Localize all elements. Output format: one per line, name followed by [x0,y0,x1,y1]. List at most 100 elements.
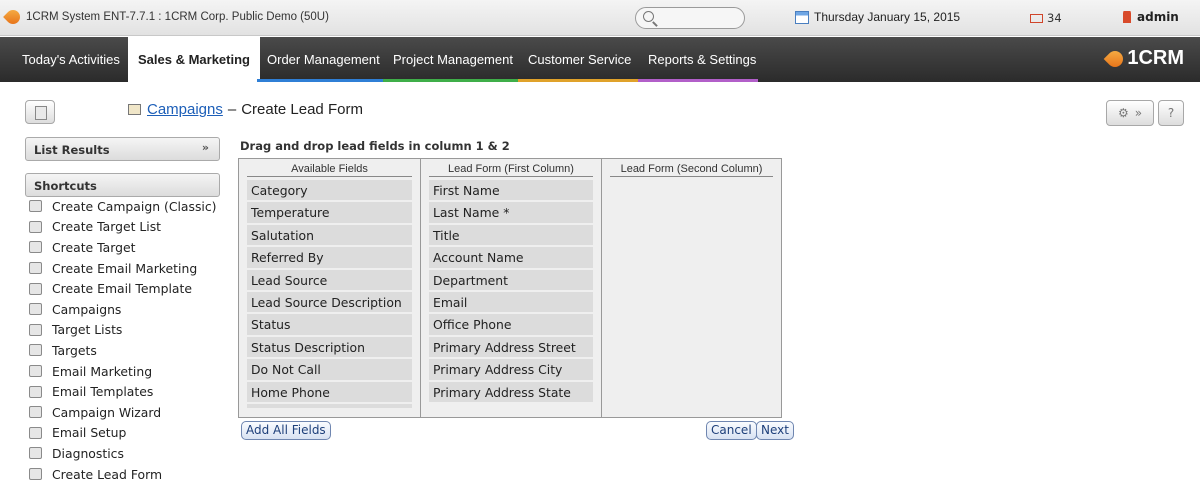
gear-icon: ⚙ [1117,106,1129,120]
draggable-field[interactable]: Temperature [247,202,412,223]
column-header: Lead Form (First Column) [429,159,593,177]
shortcut-target-lists[interactable]: Target Lists [25,320,220,341]
shortcut-email-templates[interactable]: Email Templates [25,381,220,402]
tab-color-stripe [383,79,518,82]
shortcut-create-target-list[interactable]: Create Target List [25,217,220,238]
shortcut-campaign-wizard[interactable]: Campaign Wizard [25,402,220,423]
brand-logo[interactable]: 1CRM [1104,47,1184,70]
draggable-field[interactable]: Lead Source [247,269,412,290]
mail-indicator[interactable]: 34 [1030,11,1062,25]
draggable-field-partial[interactable] [247,403,412,408]
lead-form-first-column[interactable]: Lead Form (First Column) First Name Last… [421,159,602,417]
email-template-icon [29,282,42,295]
lead-form-second-column[interactable]: Lead Form (Second Column) [602,159,781,417]
target-icon [29,344,42,357]
draggable-field[interactable]: Office Phone [429,314,593,335]
chevron-down-icon: » [1134,106,1143,120]
draggable-field[interactable]: Lead Source Description [247,291,412,313]
draggable-field[interactable]: Do Not Call [247,359,412,380]
draggable-field[interactable]: Email [429,291,593,313]
draggable-field[interactable]: Salutation [247,224,412,246]
campaigns-icon [128,104,141,115]
help-button[interactable]: ? [1158,100,1184,126]
header-actions: ⚙» ? [1106,100,1184,126]
email-marketing-icon [29,262,42,275]
diagnostics-icon [29,447,42,460]
column-header: Available Fields [247,159,412,177]
tab-color-stripe [518,79,638,82]
shortcut-create-target[interactable]: Create Target [25,237,220,258]
drag-drop-instruction: Drag and drop lead fields in column 1 & … [240,139,510,153]
draggable-field[interactable]: Primary Address State [429,381,593,402]
available-fields-column[interactable]: Available Fields Category Temperature Sa… [239,159,421,417]
shortcut-diagnostics[interactable]: Diagnostics [25,443,220,464]
draggable-field[interactable]: Referred By [247,247,412,268]
draggable-field[interactable]: Account Name [429,247,593,268]
campaign-icon [29,303,42,316]
main-nav: Today's Activities Sales & Marketing Ord… [0,37,1200,82]
current-date-text: Thursday January 15, 2015 [814,10,961,24]
target-icon [29,241,42,254]
1crm-logo-icon [1104,47,1127,70]
shortcut-targets[interactable]: Targets [25,340,220,361]
shortcuts-title: Shortcuts [34,179,97,193]
target-list-icon [29,323,42,336]
tab-project-management[interactable]: Project Management [383,37,523,82]
breadcrumb-campaigns-link[interactable]: Campaigns [147,101,223,118]
tab-order-management[interactable]: Order Management [257,37,390,82]
tab-sales-marketing[interactable]: Sales & Marketing [128,37,260,82]
shortcut-campaigns[interactable]: Campaigns [25,299,220,320]
global-search-input[interactable] [635,7,745,29]
envelope-icon [29,426,42,439]
shortcut-create-email-template[interactable]: Create Email Template [25,278,220,299]
draggable-field[interactable]: Status Description [247,336,412,358]
target-list-icon [29,220,42,233]
breadcrumb: Campaigns – Create Lead Form [128,101,363,118]
draggable-field[interactable]: Last Name * [429,202,593,223]
sidebar-toggle-button[interactable] [25,100,55,124]
top-bar: 1CRM System ENT-7.7.1 : 1CRM Corp. Publi… [0,0,1200,36]
draggable-field[interactable]: Title [429,224,593,246]
calendar-icon [795,10,809,24]
draggable-field[interactable]: Status [247,314,412,335]
draggable-field[interactable]: Department [429,269,593,290]
tab-reports-settings[interactable]: Reports & Settings [638,37,766,82]
campaign-icon [29,200,42,213]
user-menu[interactable]: admin [1123,10,1179,24]
list-results-label: List Results [34,143,110,157]
brand-logo-text: 1CRM [1127,47,1184,69]
tab-color-stripe [257,79,383,82]
settings-menu-button[interactable]: ⚙» [1106,100,1154,126]
tab-customer-service[interactable]: Customer Service [518,37,641,82]
lead-form-builder: Available Fields Category Temperature Sa… [238,158,782,418]
draggable-field[interactable]: Home Phone [247,381,412,402]
lead-form-icon [29,468,42,481]
shortcut-create-campaign-classic[interactable]: Create Campaign (Classic) [25,196,220,217]
email-marketing-icon [29,365,42,378]
email-template-icon [29,385,42,398]
envelope-icon [1030,13,1043,23]
shortcuts-list: Create Campaign (Classic) Create Target … [25,196,220,484]
mail-count: 34 [1047,11,1062,25]
add-all-fields-button[interactable]: Add All Fields [241,421,331,440]
current-date[interactable]: Thursday January 15, 2015 [795,10,960,24]
draggable-field[interactable]: Category [247,180,412,201]
draggable-field[interactable]: Primary Address City [429,359,593,380]
breadcrumb-separator: – [227,101,237,118]
shortcut-create-lead-form[interactable]: Create Lead Form [25,464,220,485]
shortcuts-panel-header: Shortcuts [25,173,220,197]
shortcut-create-email-marketing[interactable]: Create Email Marketing [25,258,220,279]
1crm-logo-icon [3,7,23,27]
shortcut-email-marketing[interactable]: Email Marketing [25,361,220,382]
list-results-panel-header[interactable]: List Results » [25,137,220,161]
shortcut-email-setup[interactable]: Email Setup [25,423,220,444]
next-button[interactable]: Next [756,421,794,440]
wizard-icon [29,406,42,419]
tab-todays-activities[interactable]: Today's Activities [12,37,130,82]
window-title: 1CRM System ENT-7.7.1 : 1CRM Corp. Publi… [3,7,329,27]
cancel-button[interactable]: Cancel [706,421,757,440]
help-icon: ? [1167,106,1175,120]
draggable-field[interactable]: First Name [429,180,593,201]
draggable-field[interactable]: Primary Address Street [429,336,593,358]
user-icon [1123,11,1131,23]
